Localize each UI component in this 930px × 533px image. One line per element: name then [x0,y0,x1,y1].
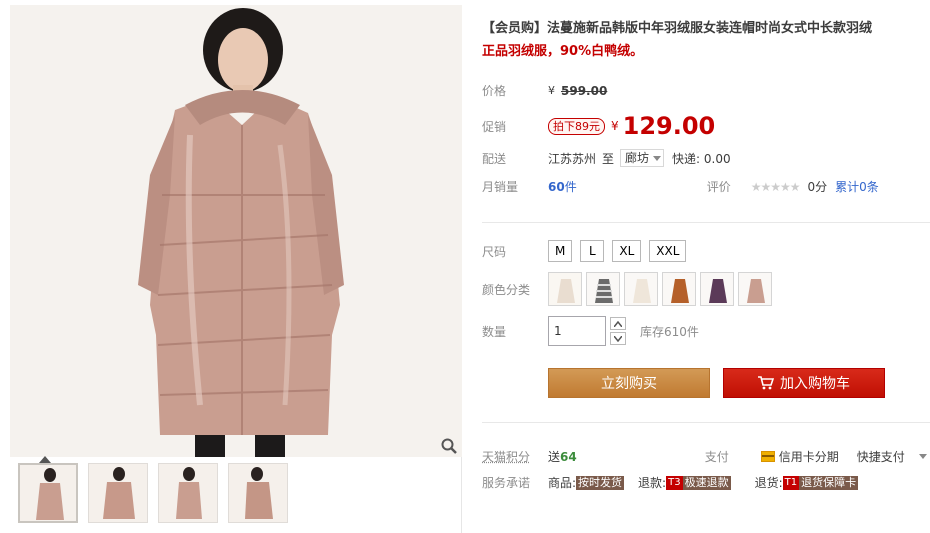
model-wearing-coat-illustration [10,5,462,457]
quantity-input[interactable] [548,316,606,346]
product-subtitle: 正品羽绒服，90%白鸭绒。 [482,44,644,59]
divider [482,422,930,423]
size-row: 尺码 M L XL XXL [482,240,694,262]
product-gallery [10,5,462,533]
sales-label: 月销量 [482,180,519,194]
shipping-row: 配送 江苏苏州 至 廊坊 快递: 0.00 [482,149,731,167]
product-title: 【会员购】法蔓施新品韩版中年羽绒服女装连帽时尚女式中长款羽绒 [482,21,873,36]
credit-card-icon [760,451,775,462]
chevron-down-icon [653,155,662,161]
promo-badge: 拍下89元 [548,117,605,135]
service-row: 服务承诺 商品: 按时发货 退款: T3 极速退款 退货: T1 退货保障卡 [482,474,859,491]
destination-value: 廊坊 [625,151,650,165]
original-price: 599.00 [561,83,608,98]
price-row: 价格 ¥ 599.00 [482,82,607,99]
color-row: 颜色分类 [482,272,776,306]
quantity-label: 数量 [482,324,507,339]
service-goods-label: 商品: [548,476,577,490]
color-swatch-1[interactable] [548,272,582,306]
payment-label: 支付 [704,450,729,464]
thumbnail-3[interactable] [158,463,218,523]
color-swatch-2[interactable] [586,272,620,306]
price-currency: ¥ [548,84,555,97]
size-option-l[interactable]: L [580,240,605,262]
product-header: 【会员购】法蔓施新品韩版中年羽绒服女装连帽时尚女式中长款羽绒 正品羽绒服，90%… [482,18,930,63]
promo-label: 促销 [482,119,507,134]
refund-t3-badge: T3 [666,475,683,490]
quantity-decrease-button[interactable] [610,332,626,345]
chevron-down-icon [614,335,622,342]
service-ontime-badge[interactable]: 按时发货 [576,475,625,490]
return-t1-badge: T1 [782,475,800,490]
quick-pay[interactable]: 快捷支付 [857,448,905,465]
service-return-label: 退货: [754,476,783,490]
service-refund-badge[interactable]: 极速退款 [682,475,731,490]
chevron-up-icon [614,320,622,327]
shipping-fee: 快递: 0.00 [672,151,731,166]
size-option-m[interactable]: M [548,240,573,262]
stock-count: 库存610件 [640,324,699,339]
thumbnail-strip [18,463,288,523]
color-swatch-6[interactable] [738,272,772,306]
points-send-word: 送 [548,450,561,464]
buy-now-label: 立刻购买 [601,376,657,392]
add-to-cart-label: 加入购物车 [780,376,850,392]
points-row: 天猫积分 送 64 支付 信用卡分期 快捷支付 [482,448,927,465]
points-value: 64 [560,449,577,464]
zoom-icon[interactable] [440,437,458,455]
add-to-cart-button[interactable]: 加入购物车 [723,368,885,398]
thumbnail-1[interactable] [18,463,78,523]
quantity-row: 数量 库存610件 [482,316,699,346]
price-label: 价格 [482,84,507,98]
active-thumb-indicator [39,456,51,463]
rating-score: 0分 [807,180,828,194]
thumbnail-4[interactable] [228,463,288,523]
destination-select[interactable]: 廊坊 [620,149,665,167]
thumbnail-2[interactable] [88,463,148,523]
shipping-label: 配送 [482,151,507,166]
divider [482,222,930,223]
cart-icon [758,376,774,390]
color-swatch-4[interactable] [662,272,696,306]
shipping-to-word: 至 [602,151,615,166]
promo-price: 129.00 [622,112,716,140]
service-label: 服务承诺 [482,476,531,490]
total-reviews-link[interactable]: 累计0条 [835,178,879,195]
size-option-xl[interactable]: XL [612,240,642,262]
shipping-from: 江苏苏州 [548,151,597,166]
promo-currency: ¥ [611,119,619,133]
sales-count: 60 [548,179,565,194]
points-label[interactable]: 天猫积分 [482,448,548,465]
size-label: 尺码 [482,244,507,259]
sales-unit: 件 [564,180,577,194]
quantity-increase-button[interactable] [610,317,626,330]
color-swatch-5[interactable] [700,272,734,306]
credit-installment[interactable]: 信用卡分期 [779,448,839,465]
main-product-image[interactable] [10,5,462,457]
size-option-xxl[interactable]: XXL [649,240,687,262]
sales-row: 月销量 60 件 评价 ★★★★★ 0分 累计0条 [482,178,879,195]
rating-label: 评价 [706,180,731,194]
color-label: 颜色分类 [482,282,531,297]
rating-stars-icon: ★★★★★ [750,179,801,194]
promo-row: 促销 拍下89元 ¥ 129.00 [482,112,715,140]
service-refund-label: 退款: [638,476,667,490]
quantity-stepper [610,317,626,345]
color-swatch-3[interactable] [624,272,658,306]
buy-now-button[interactable]: 立刻购买 [548,368,710,398]
chevron-down-icon[interactable] [918,454,927,459]
service-return-badge[interactable]: 退货保障卡 [799,475,859,490]
